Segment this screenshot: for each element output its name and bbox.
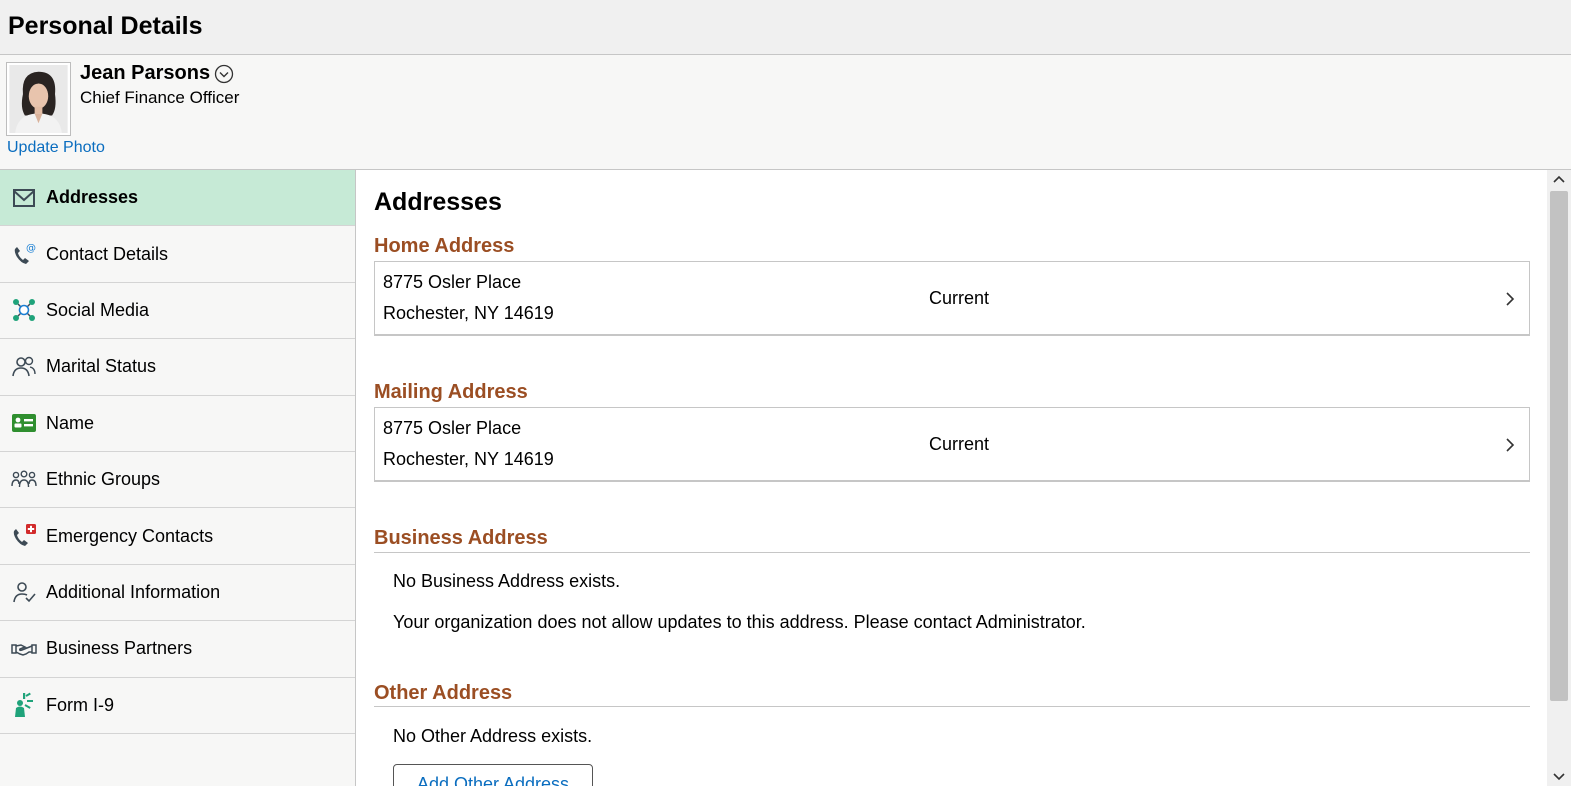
chevron-right-icon [1506, 292, 1515, 306]
envelope-icon [11, 185, 37, 211]
address-line2: Rochester, NY 14619 [383, 303, 554, 323]
sidebar-item-contact-details[interactable]: @ Contact Details [0, 226, 355, 283]
sidebar-item-additional-information[interactable]: Additional Information [0, 565, 355, 622]
person-check-icon [11, 579, 37, 605]
id-card-icon [11, 410, 37, 436]
scroll-down-arrow-icon[interactable] [1547, 766, 1571, 786]
people-icon [11, 354, 37, 380]
group-icon [11, 467, 37, 493]
sidebar-item-label: Addresses [46, 187, 139, 208]
addresses-panel: Addresses Home Address 8775 Osler Place … [357, 170, 1547, 786]
avatar [6, 62, 71, 136]
business-address-restriction-message: Your organization does not allow updates… [393, 612, 1086, 632]
sidebar-item-name[interactable]: Name [0, 396, 355, 452]
sidebar-item-addresses[interactable]: Addresses [0, 170, 355, 227]
add-other-address-button[interactable]: Add Other Address [393, 764, 593, 786]
section-divider [374, 706, 1530, 707]
page-header: Personal Details [0, 0, 1571, 55]
other-address-title: Other Address [374, 682, 513, 704]
scrollbar[interactable] [1547, 170, 1571, 786]
svg-text:@: @ [26, 243, 36, 254]
profile-banner: Jean Parsons Chief Finance Officer Updat… [0, 55, 1571, 170]
section-heading: Addresses [374, 188, 502, 216]
mailing-address-card[interactable]: 8775 Osler Place Rochester, NY 14619 Cur… [374, 407, 1530, 482]
liberty-icon [11, 692, 37, 718]
address-status: Current [929, 434, 990, 454]
sidebar-item-label: Additional Information [46, 581, 221, 602]
sidebar-item-marital-status[interactable]: Marital Status [0, 339, 355, 396]
handshake-icon [11, 636, 37, 662]
address-line2: Rochester, NY 14619 [383, 449, 554, 469]
address-line1: 8775 Osler Place [383, 418, 522, 438]
section-divider [374, 552, 1530, 553]
business-address-title: Business Address [374, 527, 548, 549]
address-status: Current [929, 288, 990, 308]
update-photo-link[interactable]: Update Photo [7, 139, 105, 157]
sidebar-item-label: Business Partners [46, 638, 193, 659]
sidebar-item-label: Marital Status [46, 356, 157, 377]
no-other-address-message: No Other Address exists. [393, 726, 593, 746]
sidebar-item-emergency-contacts[interactable]: Emergency Contacts [0, 508, 355, 565]
address-line1: 8775 Osler Place [383, 272, 522, 292]
employee-name-row: Jean Parsons [80, 62, 234, 85]
page-title: Personal Details [8, 12, 203, 40]
home-address-card[interactable]: 8775 Osler Place Rochester, NY 14619 Cur… [374, 261, 1530, 336]
scrollbar-thumb[interactable] [1550, 191, 1568, 701]
chevron-down-circle-icon[interactable] [214, 64, 234, 84]
scroll-up-arrow-icon[interactable] [1547, 170, 1571, 190]
no-business-address-message: No Business Address exists. [393, 571, 621, 591]
employee-name: Jean Parsons [80, 62, 211, 84]
sidebar-nav: Addresses @ Contact Details Social Media… [0, 170, 356, 786]
sidebar-item-label: Social Media [46, 299, 150, 320]
phone-at-icon: @ [11, 241, 37, 267]
sidebar-item-label: Form I-9 [46, 694, 115, 715]
sidebar-item-label: Emergency Contacts [46, 525, 214, 546]
sidebar-item-ethnic-groups[interactable]: Ethnic Groups [0, 452, 355, 509]
sidebar-item-label: Ethnic Groups [46, 469, 161, 490]
sidebar-item-business-partners[interactable]: Business Partners [0, 621, 355, 678]
sidebar-item-label: Name [46, 412, 95, 433]
sidebar-item-social-media[interactable]: Social Media [0, 283, 355, 340]
phone-emergency-icon [11, 523, 37, 549]
home-address-title: Home Address [374, 235, 515, 257]
sidebar-item-label: Contact Details [46, 243, 169, 264]
chevron-right-icon [1506, 438, 1515, 452]
employee-job-title: Chief Finance Officer [80, 88, 240, 107]
mailing-address-title: Mailing Address [374, 381, 528, 403]
network-icon [11, 297, 37, 323]
sidebar-item-form-i9[interactable]: Form I-9 [0, 678, 355, 734]
profile-photo [9, 65, 68, 133]
